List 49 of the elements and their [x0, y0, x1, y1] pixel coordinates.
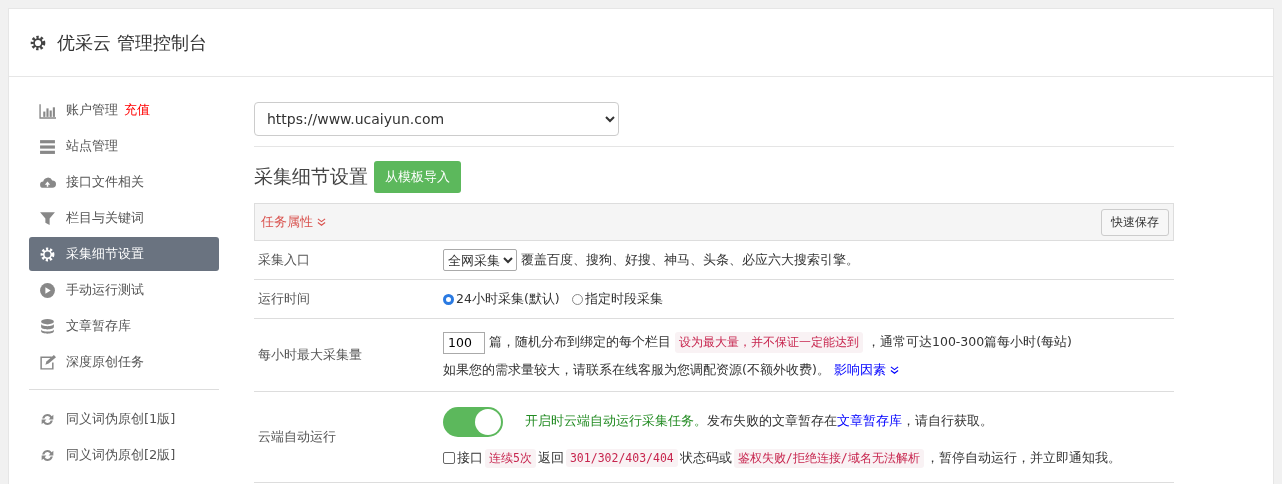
play-icon [39, 281, 56, 299]
field-label: 云端自动运行 [258, 428, 336, 446]
auto-run-description: 开启时云端自动运行采集任务。发布失败的文章暂存在文章暂存库，请自行获取。 [525, 413, 993, 430]
database-icon [39, 317, 56, 335]
notify-text: 返回 [537, 449, 564, 467]
sidebar-item[interactable]: 同义词伪原创[1版] [29, 402, 219, 436]
section-title: 采集细节设置 [254, 164, 368, 189]
recharge-link[interactable]: 充值 [124, 101, 150, 119]
code-text: 鉴权失败/拒绝连接/域名无法解析 [733, 448, 924, 468]
amount-input[interactable]: 100 [443, 331, 485, 354]
sidebar-item[interactable]: 同义词伪原创[2版] [29, 438, 219, 472]
sidebar-item[interactable]: 文章暂存库 [29, 309, 219, 343]
factors-link[interactable]: 影响因素 [833, 361, 886, 379]
sidebar-item[interactable]: 栏目与关键词 [29, 201, 219, 235]
filter-icon [39, 209, 56, 227]
gear-icon [29, 33, 47, 52]
auto-run-toggle[interactable] [443, 406, 503, 437]
sidebar-item[interactable]: 站点管理 [29, 129, 219, 163]
edit-icon [39, 353, 56, 371]
site-select[interactable]: https://www.ucaiyun.com [254, 102, 619, 136]
field-label: 运行时间 [258, 290, 310, 308]
panel-title: 任务属性 [261, 213, 313, 231]
sidebar-item[interactable]: 手动运行测试 [29, 273, 219, 307]
sidebar-item[interactable]: 接口文件相关 [29, 165, 219, 199]
amount-unit: 篇，随机分布到绑定的每个栏目 [489, 334, 671, 351]
sidebar-item[interactable]: 深度原创任务 [29, 345, 219, 379]
source-select[interactable]: 全网采集 [443, 249, 517, 271]
chevron-down-icon [889, 365, 899, 375]
bar-chart-icon [39, 101, 56, 119]
code-text: 连续5次 [485, 448, 536, 468]
code-text: 301/302/403/404 [565, 449, 678, 467]
chevron-down-icon [317, 217, 326, 227]
amount-hint: ，通常可达100-300篇每小时(每站) [867, 334, 1072, 351]
resource-note: 如果您的需求量较大，请联系在线客服为您调配资源(不额外收费)。 [443, 361, 830, 379]
server-icon [39, 137, 56, 155]
notify-text: 接口 [457, 449, 483, 467]
notify-text: 状态码或 [679, 449, 732, 467]
gear-icon [39, 245, 56, 263]
source-description: 覆盖百度、搜狗、好搜、神马、头条、必应六大搜索引擎。 [521, 251, 859, 269]
notify-checkbox[interactable] [443, 452, 455, 464]
field-label: 每小时最大采集量 [258, 346, 362, 364]
max-amount-tag: 设为最大量，并不保证一定能达到 [675, 332, 863, 353]
quick-save-button[interactable]: 快速保存 [1101, 208, 1169, 236]
storage-link[interactable]: 文章暂存库 [837, 413, 902, 428]
sidebar-item[interactable]: 账户管理 充值 [29, 93, 219, 127]
sidebar-item[interactable]: 采集细节设置 [29, 237, 219, 271]
field-label: 采集入口 [258, 251, 310, 269]
console-title: 优采云 管理控制台 [57, 30, 207, 55]
notify-text: ，暂停自动运行，并立即通知我。 [925, 449, 1121, 467]
